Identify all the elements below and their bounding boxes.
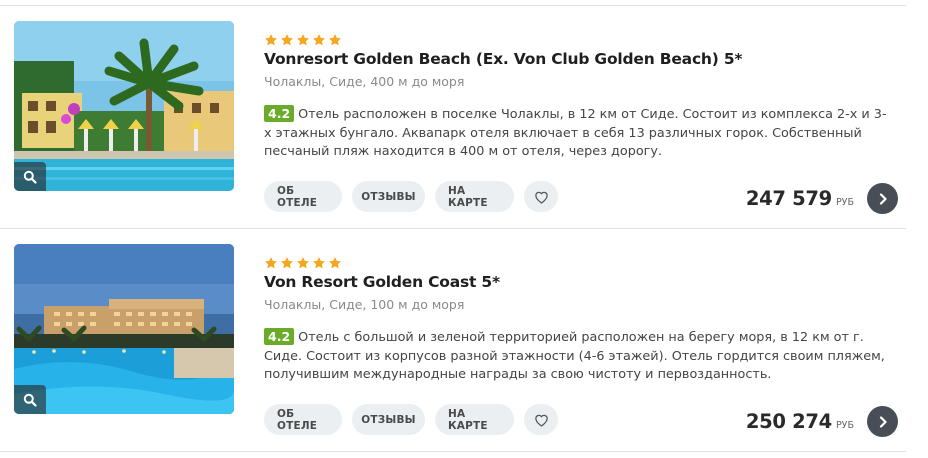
hotel-photo[interactable] <box>14 21 234 191</box>
action-buttons: ОБ ОТЕЛЕ ОТЗЫВЫ НА КАРТЕ <box>264 404 558 435</box>
price: 247 579 РУБ <box>746 187 854 210</box>
search-icon <box>23 170 37 184</box>
price-value: 247 579 <box>745 187 832 210</box>
go-to-hotel-button[interactable] <box>867 406 898 437</box>
action-buttons: ОБ ОТЕЛЕ ОТЗЫВЫ НА КАРТЕ <box>264 181 558 212</box>
favorite-button[interactable] <box>524 404 558 435</box>
heart-icon <box>534 414 548 427</box>
hotel-location: Чолаклы, Сиде, 100 м до моря <box>264 297 465 312</box>
chevron-right-icon <box>879 415 887 428</box>
star-icon <box>313 34 325 46</box>
star-rating <box>264 256 342 270</box>
favorite-button[interactable] <box>524 181 558 212</box>
about-hotel-button[interactable]: ОБ ОТЕЛЕ <box>264 181 342 212</box>
star-icon <box>329 257 341 269</box>
hotel-card: Von Resort Golden Coast 5* Чолаклы, Сиде… <box>14 244 906 437</box>
zoom-button[interactable] <box>14 385 46 414</box>
on-map-button[interactable]: НА КАРТЕ <box>435 404 514 435</box>
zoom-button[interactable] <box>14 162 46 191</box>
top-divider <box>0 5 906 6</box>
description-text: Отель расположен в поселке Чолаклы, в 12… <box>264 107 887 159</box>
hotel-location: Чолаклы, Сиде, 400 м до моря <box>264 74 465 89</box>
star-icon <box>265 34 277 46</box>
price-value: 250 274 <box>745 410 832 433</box>
go-to-hotel-button[interactable] <box>867 183 898 214</box>
hotel-card: Vonresort Golden Beach (Ex. Von Club Gol… <box>14 21 906 214</box>
star-icon <box>281 34 293 46</box>
price-currency: РУБ <box>835 197 854 208</box>
star-icon <box>313 257 325 269</box>
star-icon <box>281 257 293 269</box>
chevron-right-icon <box>879 192 887 205</box>
rating-badge: 4.2 <box>264 328 295 345</box>
star-rating <box>264 33 342 47</box>
heart-icon <box>534 191 548 204</box>
hotel-name-link[interactable]: Von Resort Golden Coast 5* <box>264 273 500 291</box>
price-currency: РУБ <box>835 420 854 431</box>
on-map-button[interactable]: НА КАРТЕ <box>435 181 514 212</box>
card-divider <box>0 228 906 229</box>
hotel-description: 4.2 Отель с большой и зеленой территорией… <box>264 328 894 385</box>
reviews-button[interactable]: ОТЗЫВЫ <box>352 404 425 435</box>
star-icon <box>297 34 309 46</box>
bottom-divider <box>0 451 906 452</box>
hotel-photo[interactable] <box>14 244 234 414</box>
price: 250 274 РУБ <box>746 410 854 433</box>
description-text: Отель с большой и зеленой территорией ра… <box>264 330 885 382</box>
star-icon <box>329 34 341 46</box>
hotel-description: 4.2 Отель расположен в поселке Чолаклы, в… <box>264 105 894 162</box>
hotel-name-link[interactable]: Vonresort Golden Beach (Ex. Von Club Gol… <box>264 50 743 68</box>
rating-badge: 4.2 <box>264 105 295 122</box>
search-icon <box>23 393 37 407</box>
about-hotel-button[interactable]: ОБ ОТЕЛЕ <box>264 404 342 435</box>
reviews-button[interactable]: ОТЗЫВЫ <box>352 181 425 212</box>
star-icon <box>297 257 309 269</box>
star-icon <box>265 257 277 269</box>
